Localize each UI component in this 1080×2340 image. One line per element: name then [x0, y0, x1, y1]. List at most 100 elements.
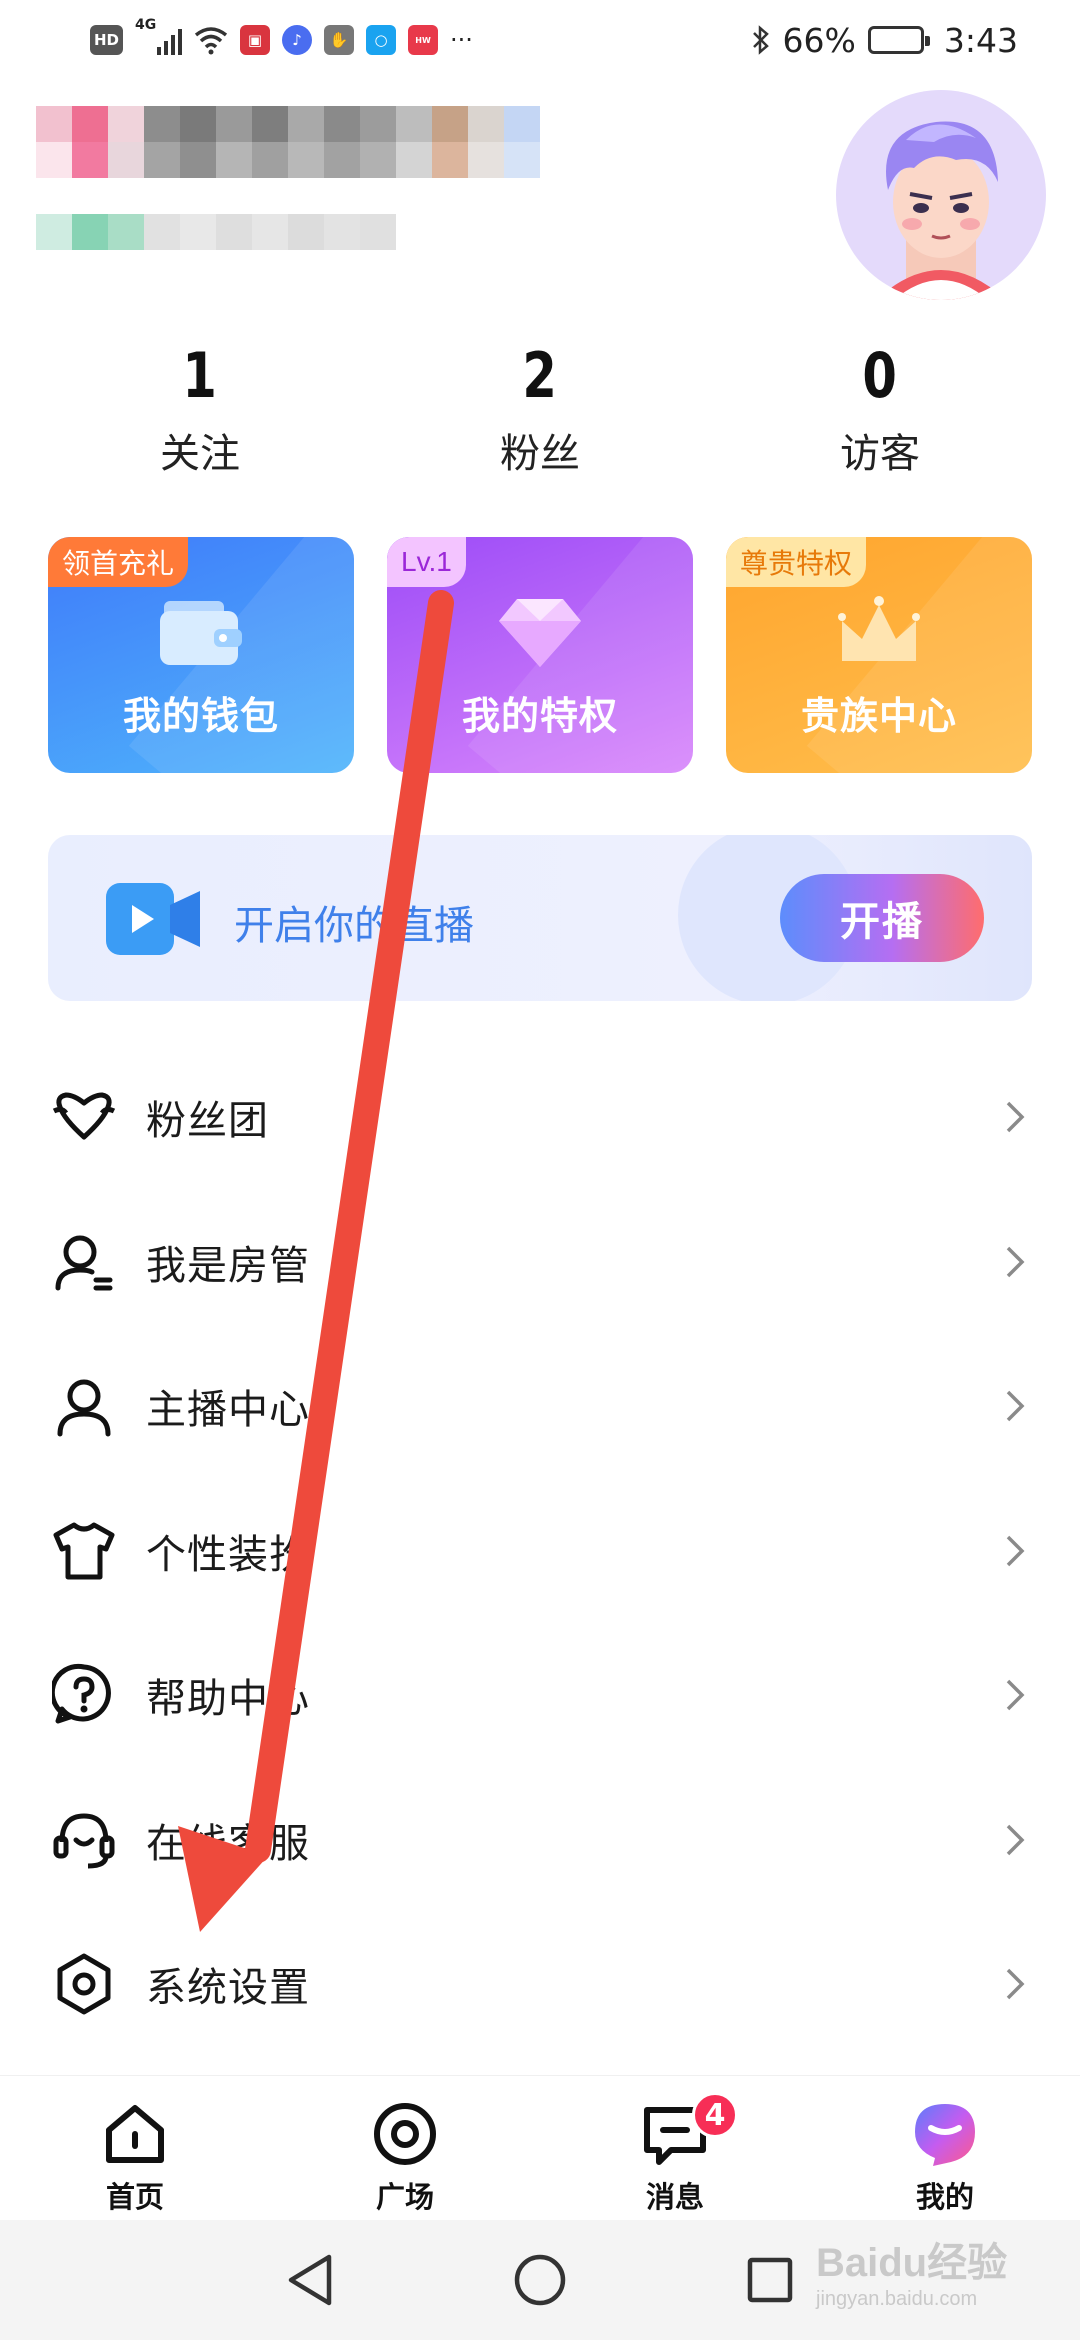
stat-value: 2	[522, 339, 558, 412]
wallet-card[interactable]: 领首充礼 我的钱包	[48, 537, 354, 773]
level-tag: Lv.1	[387, 537, 466, 587]
watermark-main: Baidu经验	[816, 2241, 1008, 2285]
crown-icon	[838, 596, 920, 661]
profile-header[interactable]	[36, 90, 1046, 310]
music-app-icon: ♪	[282, 25, 313, 55]
nav-back-button[interactable]	[195, 2220, 425, 2340]
stat-label: 访客	[840, 431, 920, 477]
chevron-right-icon	[1006, 1535, 1025, 1566]
menu-label: 粉丝团	[146, 1098, 269, 1145]
stat-label: 关注	[160, 431, 240, 477]
menu-label: 系统设置	[146, 1965, 310, 2012]
battery-percent: 66%	[782, 20, 856, 60]
baidu-watermark: Baidu经验 jingyan.baidu.com	[816, 2230, 1026, 2316]
network-type-label: 4G	[135, 17, 157, 33]
stat-fans[interactable]: 2 粉丝	[370, 345, 710, 479]
signal-icon: 4G	[135, 17, 183, 55]
menu-item-help-center[interactable]: 帮助中心	[0, 1623, 1080, 1768]
bluetooth-icon	[752, 25, 769, 55]
menu-list: 粉丝团 我是房管 主播中心 个性装扮 帮助中心 在线客服 系统设置	[0, 1045, 1080, 2057]
book-app-icon: ▣	[240, 25, 271, 55]
heart-badge-icon	[52, 1092, 116, 1140]
live-prompt-text: 开启你的直播	[234, 903, 474, 949]
chevron-right-icon	[1006, 1391, 1025, 1422]
menu-label: 在线客服	[146, 1820, 310, 1867]
avatar[interactable]	[836, 90, 1046, 300]
tab-messages[interactable]: 消息 4	[540, 2076, 810, 2220]
menu-item-anchor-center[interactable]: 主播中心	[0, 1334, 1080, 1479]
privilege-label: 我的特权	[461, 694, 618, 738]
gesture-app-icon: ✋	[324, 25, 355, 55]
stat-value: 0	[862, 339, 898, 412]
menu-label: 个性装扮	[146, 1531, 310, 1578]
room-manager-icon	[55, 1235, 113, 1291]
stat-following[interactable]: 1 关注	[30, 345, 370, 479]
noble-promo-tag: 尊贵特权	[726, 537, 867, 587]
chevron-right-icon	[1006, 1824, 1025, 1855]
privilege-card[interactable]: Lv.1 我的特权	[387, 537, 693, 773]
menu-label: 我是房管	[146, 1242, 310, 1289]
overflow-icon: ···	[450, 26, 473, 54]
tshirt-icon	[53, 1522, 115, 1580]
start-live-banner[interactable]: 开启你的直播 开播	[48, 835, 1032, 1001]
search-app-icon: ○	[366, 25, 397, 55]
noble-label: 贵族中心	[800, 694, 957, 738]
video-camera-icon	[106, 883, 200, 955]
stat-label: 粉丝	[500, 431, 580, 477]
tab-label: 广场	[375, 2180, 434, 2214]
stats-row: 1 关注 2 粉丝 0 访客	[0, 345, 1080, 479]
back-triangle-icon	[288, 2254, 332, 2306]
wallet-label: 我的钱包	[122, 694, 279, 738]
blurred-name-row-2	[36, 142, 540, 178]
battery-icon	[867, 26, 930, 54]
clock: 3:43	[943, 20, 1018, 60]
chevron-right-icon	[1006, 1246, 1025, 1277]
user-icon	[57, 1379, 111, 1437]
stat-visitors[interactable]: 0 访客	[710, 345, 1050, 479]
cartoon-avatar-icon	[876, 121, 1006, 300]
start-live-button[interactable]: 开播	[780, 874, 984, 962]
blurred-name-row-1	[36, 106, 540, 142]
menu-label: 帮助中心	[146, 1676, 310, 1723]
menu-item-decoration[interactable]: 个性装扮	[0, 1479, 1080, 1624]
wallet-promo-tag: 领首充礼	[48, 537, 189, 587]
unread-badge: 4	[692, 2092, 738, 2138]
tab-label: 首页	[105, 2180, 164, 2214]
status-bar-left: HD 4G ▣ ♪ ✋ ○ HW ···	[90, 17, 473, 55]
chevron-right-icon	[1006, 1680, 1025, 1711]
nav-home-button[interactable]	[425, 2220, 655, 2340]
blurred-id-row	[36, 214, 396, 250]
status-bar-right: 66% 3:43	[751, 21, 1018, 60]
menu-item-system-settings[interactable]: 系统设置	[0, 1912, 1080, 2057]
home-icon	[106, 2105, 164, 2163]
stat-value: 1	[182, 339, 218, 412]
hd-indicator: HD	[90, 25, 124, 55]
wifi-icon	[194, 27, 228, 55]
headset-icon	[53, 1813, 115, 1869]
target-icon	[374, 2103, 436, 2165]
menu-item-customer-service[interactable]: 在线客服	[0, 1768, 1080, 1913]
menu-label: 主播中心	[146, 1387, 310, 1434]
tab-home[interactable]: 首页	[0, 2076, 270, 2220]
help-icon	[52, 1664, 111, 1724]
tab-square[interactable]: 广场	[270, 2076, 540, 2220]
noble-card[interactable]: 尊贵特权 贵族中心	[726, 537, 1032, 773]
me-icon	[915, 2104, 975, 2166]
bottom-tab-bar: 首页 广场 消息 4 我的	[0, 2075, 1080, 2220]
huawei-app-icon: HW	[408, 25, 439, 55]
menu-item-fan-club[interactable]: 粉丝团	[0, 1045, 1080, 1190]
settings-hexagon-icon	[57, 1953, 111, 2015]
status-bar: HD 4G ▣ ♪ ✋ ○ HW ··· 66% 3:43	[0, 0, 1080, 80]
tab-label: 我的	[915, 2180, 974, 2214]
home-circle-icon	[514, 2254, 566, 2306]
feature-cards: 领首充礼 我的钱包 Lv.1 我的特权 尊贵特权 贵族中心	[48, 537, 1032, 773]
recents-square-icon	[747, 2257, 793, 2303]
wallet-icon	[160, 601, 242, 665]
tab-label: 消息	[645, 2180, 704, 2214]
tab-me[interactable]: 我的	[810, 2076, 1080, 2220]
diamond-icon	[499, 599, 581, 667]
menu-item-room-manager[interactable]: 我是房管	[0, 1190, 1080, 1335]
chevron-right-icon	[1006, 1969, 1025, 2000]
chevron-right-icon	[1006, 1102, 1025, 1133]
watermark-sub: jingyan.baidu.com	[816, 2288, 978, 2310]
